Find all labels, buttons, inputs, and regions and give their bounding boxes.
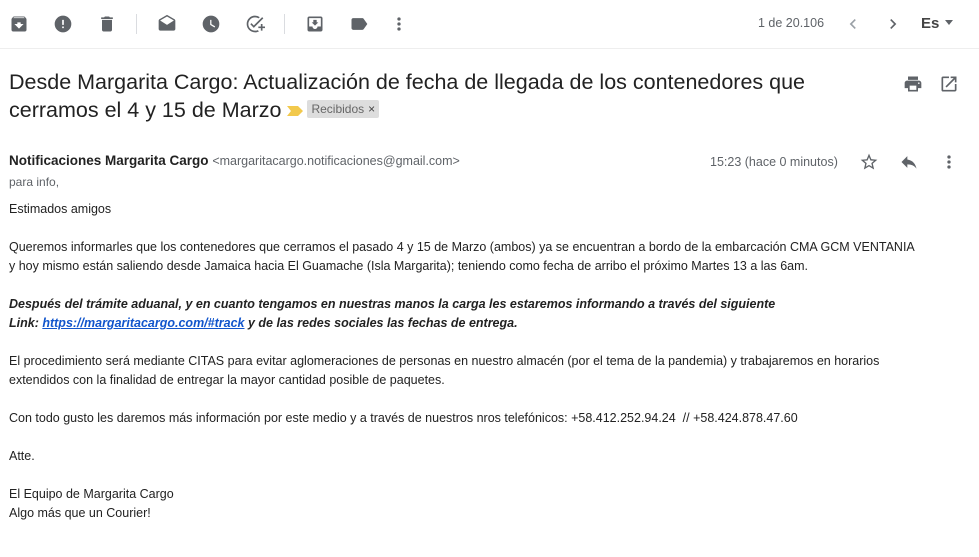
sender-name[interactable]: Notificaciones Margarita Cargo <box>9 153 209 168</box>
body-paragraph-3: El procedimiento será mediante CITAS par… <box>9 352 969 390</box>
body-signoff: Atte. <box>9 449 35 463</box>
more-options-icon[interactable] <box>937 150 961 174</box>
signature-line-2: Algo más que un Courier! <box>9 506 151 520</box>
body-signature: El Equipo de Margarita Cargo Algo más qu… <box>9 485 969 523</box>
label-chip-recibidos: Recibidos × <box>307 100 380 119</box>
language-selector[interactable]: Es <box>921 15 954 32</box>
body-p3-line1: El procedimiento será mediante CITAS par… <box>9 354 880 368</box>
body-paragraph-1: Queremos informarles que los contenedore… <box>9 238 969 276</box>
toolbar-divider <box>284 14 285 34</box>
snooze-icon[interactable] <box>199 12 223 36</box>
language-label: Es <box>921 15 940 32</box>
reply-icon[interactable] <box>897 150 921 174</box>
more-vert-icon[interactable] <box>387 12 411 36</box>
link-suffix: y de las redes sociales las fechas de en… <box>244 316 518 330</box>
body-paragraph-4: Con todo gusto les daremos más informaci… <box>9 411 798 425</box>
body-p2-line2: Link: https://margaritacargo.com/#track … <box>9 314 969 333</box>
move-to-icon[interactable] <box>303 12 327 36</box>
add-task-icon[interactable] <box>243 12 267 36</box>
email-timestamp: 15:23 (hace 0 minutos) <box>710 155 838 169</box>
email-subject: Desde Margarita Cargo: Actualización de … <box>9 68 869 124</box>
body-greeting: Estimados amigos <box>9 202 112 216</box>
remove-label-button[interactable]: × <box>368 101 375 117</box>
chevron-right-icon[interactable] <box>881 12 905 36</box>
body-p2-line1: Después del trámite aduanal, y en cuanto… <box>9 297 776 311</box>
tracking-link[interactable]: https://margaritacargo.com/#track <box>42 316 244 330</box>
print-icon[interactable] <box>901 72 925 96</box>
signature-line-1: El Equipo de Margarita Cargo <box>9 487 174 501</box>
toolbar: 1 de 20.106 Es <box>0 0 979 49</box>
toolbar-divider <box>136 14 137 34</box>
sender-info: Notificaciones Margarita Cargo <margarit… <box>9 153 460 168</box>
report-spam-icon[interactable] <box>51 12 75 36</box>
recipient-line[interactable]: para info, <box>9 175 59 189</box>
body-paragraph-2: Después del trámite aduanal, y en cuanto… <box>9 295 969 333</box>
archive-icon[interactable] <box>7 12 31 36</box>
star-icon[interactable] <box>857 150 881 174</box>
subject-text: Desde Margarita Cargo: Actualización de … <box>9 70 806 122</box>
chevron-left-icon[interactable] <box>841 12 865 36</box>
link-prefix: Link: <box>9 316 43 330</box>
body-p1-line2: y hoy mismo están saliendo desde Jamaica… <box>9 259 808 273</box>
sender-email: <margaritacargo.notificaciones@gmail.com… <box>212 154 460 168</box>
caret-down-icon <box>945 19 954 25</box>
important-marker-icon[interactable] <box>287 105 304 117</box>
mark-unread-icon[interactable] <box>155 12 179 36</box>
delete-icon[interactable] <box>95 12 119 36</box>
pagination-count: 1 de 20.106 <box>758 16 825 30</box>
open-in-new-window-icon[interactable] <box>937 72 961 96</box>
label-icon[interactable] <box>347 12 371 36</box>
body-p3-line2: extendidos con la finalidad de entregar … <box>9 373 445 387</box>
body-p1-line1: Queremos informarles que los contenedore… <box>9 240 915 254</box>
label-chip-text: Recibidos <box>311 102 365 117</box>
